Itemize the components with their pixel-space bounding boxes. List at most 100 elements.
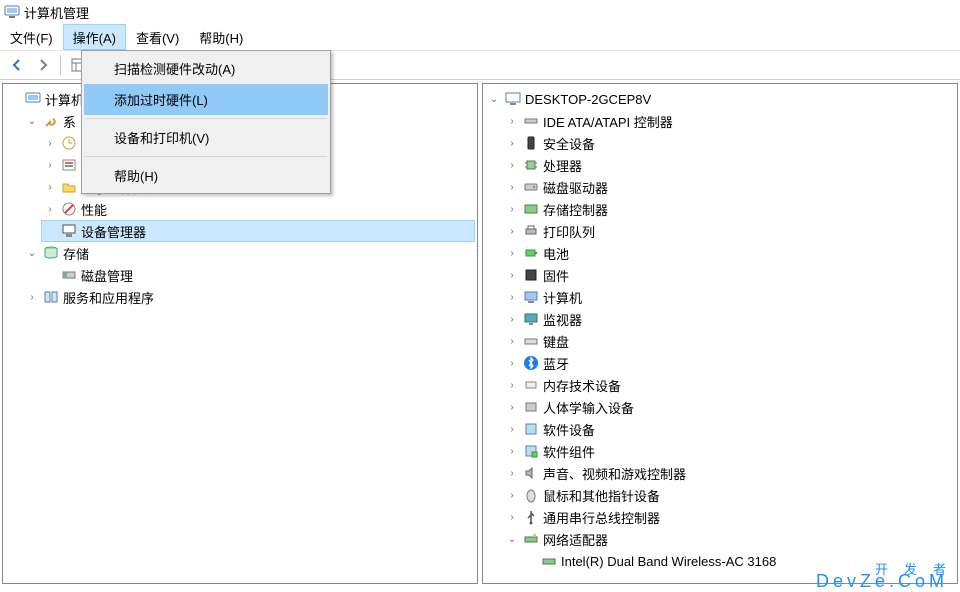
wifi-adapter-icon <box>541 553 557 569</box>
tree-label: 电池 <box>543 244 569 263</box>
dev-cpu[interactable]: ›处理器 <box>503 154 955 176</box>
expand-icon[interactable]: › <box>43 136 57 150</box>
disk-drive-icon <box>523 179 539 195</box>
menu-file[interactable]: 文件(F) <box>0 24 63 50</box>
collapse-icon[interactable]: ⌄ <box>505 532 519 546</box>
expand-icon[interactable]: › <box>505 114 519 128</box>
tree-label: 人体学输入设备 <box>543 398 634 417</box>
tree-disk-management[interactable]: 磁盘管理 <box>41 264 475 286</box>
tools-icon <box>43 113 59 129</box>
expand-icon[interactable]: › <box>505 136 519 150</box>
expand-icon[interactable]: › <box>505 224 519 238</box>
dev-hid[interactable]: › 人体学输入设备 <box>503 396 955 418</box>
computer-mgmt-icon <box>25 91 41 107</box>
menu-add-legacy-hardware[interactable]: 添加过时硬件(L) <box>84 84 328 115</box>
expand-icon[interactable]: › <box>505 488 519 502</box>
expand-icon[interactable]: › <box>505 466 519 480</box>
dev-computer[interactable]: ›计算机 <box>503 286 955 308</box>
tree-label: 声音、视频和游戏控制器 <box>543 464 686 483</box>
menu-scan-hardware[interactable]: 扫描检测硬件改动(A) <box>84 53 328 84</box>
scheduler-icon <box>61 135 77 151</box>
dev-softcomp[interactable]: ›软件组件 <box>503 440 955 462</box>
expand-icon[interactable]: › <box>505 422 519 436</box>
storage-icon <box>43 245 59 261</box>
tree-label: 安全设备 <box>543 134 595 153</box>
blank-icon <box>43 224 57 238</box>
battery-icon <box>523 245 539 261</box>
cpu-icon <box>523 157 539 173</box>
tree-label: 磁盘管理 <box>81 266 133 285</box>
dev-firmware[interactable]: ›固件 <box>503 264 955 286</box>
expand-icon[interactable]: › <box>505 334 519 348</box>
menu-help[interactable]: 帮助(H) <box>84 160 328 191</box>
expand-icon[interactable]: › <box>505 246 519 260</box>
tree-label: 鼠标和其他指针设备 <box>543 486 660 505</box>
device-manager-icon <box>61 223 77 239</box>
tree-services-apps[interactable]: › 服务和应用程序 <box>23 286 475 308</box>
dev-battery[interactable]: › 电池 <box>503 242 955 264</box>
usb-icon <box>523 509 539 525</box>
tree-label: 性能 <box>81 200 107 219</box>
dev-softdev[interactable]: ›软件设备 <box>503 418 955 440</box>
menu-action[interactable]: 操作(A) <box>63 24 126 50</box>
expand-icon[interactable]: › <box>43 180 57 194</box>
expand-icon[interactable]: › <box>505 268 519 282</box>
expand-icon[interactable]: › <box>43 158 57 172</box>
forward-button[interactable] <box>32 54 54 76</box>
device-host[interactable]: ⌄ DESKTOP-2GCEP8V <box>485 88 955 110</box>
services-icon <box>43 289 59 305</box>
printer-icon <box>523 223 539 239</box>
dev-netadapter[interactable]: ⌄网络适配器 <box>503 528 955 550</box>
tree-label: 监视器 <box>543 310 582 329</box>
collapse-icon[interactable]: ⌄ <box>25 246 39 260</box>
tree-label: 计算机 <box>45 90 84 109</box>
menu-view[interactable]: 查看(V) <box>126 24 189 50</box>
dev-printq[interactable]: ›打印队列 <box>503 220 955 242</box>
expand-icon[interactable]: › <box>505 400 519 414</box>
dev-security[interactable]: › 安全设备 <box>503 132 955 154</box>
dev-monitor[interactable]: › 监视器 <box>503 308 955 330</box>
expand-icon[interactable]: › <box>505 312 519 326</box>
soft-component-icon <box>523 443 539 459</box>
expand-icon[interactable]: › <box>43 202 57 216</box>
firmware-icon <box>523 267 539 283</box>
expand-icon[interactable]: › <box>505 180 519 194</box>
action-dropdown: 扫描检测硬件改动(A) 添加过时硬件(L) 设备和打印机(V) 帮助(H) <box>81 50 331 194</box>
tree-label: DESKTOP-2GCEP8V <box>525 92 651 107</box>
menu-help[interactable]: 帮助(H) <box>189 24 253 50</box>
memory-tech-icon <box>523 377 539 393</box>
collapse-icon[interactable]: ⌄ <box>25 114 39 128</box>
expand-icon[interactable]: › <box>505 158 519 172</box>
expand-icon[interactable]: › <box>505 356 519 370</box>
expand-icon[interactable]: › <box>505 202 519 216</box>
tree-label: Intel(R) Dual Band Wireless-AC 3168 <box>561 554 776 569</box>
menu-separator <box>85 118 327 119</box>
hid-icon <box>523 399 539 415</box>
dev-usb[interactable]: ›通用串行总线控制器 <box>503 506 955 528</box>
expand-icon[interactable]: › <box>505 510 519 524</box>
back-button[interactable] <box>6 54 28 76</box>
collapse-icon[interactable] <box>7 92 21 106</box>
tree-label: IDE ATA/ATAPI 控制器 <box>543 112 673 131</box>
expand-icon[interactable]: › <box>25 290 39 304</box>
menu-devices-printers[interactable]: 设备和打印机(V) <box>84 122 328 153</box>
tree-label: 内存技术设备 <box>543 376 621 395</box>
dev-disk[interactable]: ›磁盘驱动器 <box>503 176 955 198</box>
expand-icon[interactable]: › <box>505 378 519 392</box>
dev-memtech[interactable]: › 内存技术设备 <box>503 374 955 396</box>
expand-icon[interactable]: › <box>505 444 519 458</box>
tree-device-manager[interactable]: 设备管理器 <box>41 220 475 242</box>
tree-performance[interactable]: › 性能 <box>41 198 475 220</box>
expand-icon[interactable]: › <box>505 290 519 304</box>
dev-storage-ctrl[interactable]: ›存储控制器 <box>503 198 955 220</box>
tree-label: 存储 <box>63 244 89 263</box>
dev-audio[interactable]: › 声音、视频和游戏控制器 <box>503 462 955 484</box>
blank-icon <box>43 268 57 282</box>
dev-mouse[interactable]: › 鼠标和其他指针设备 <box>503 484 955 506</box>
tree-storage[interactable]: ⌄ 存储 <box>23 242 475 264</box>
dev-ide[interactable]: › IDE ATA/ATAPI 控制器 <box>503 110 955 132</box>
ide-controller-icon <box>523 113 539 129</box>
dev-keyboard[interactable]: ›键盘 <box>503 330 955 352</box>
dev-bluetooth[interactable]: ›蓝牙 <box>503 352 955 374</box>
collapse-icon[interactable]: ⌄ <box>487 92 501 106</box>
